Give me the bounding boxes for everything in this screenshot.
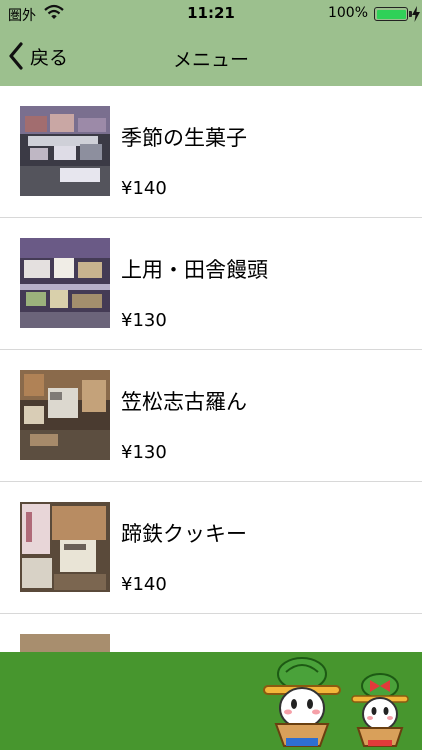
app-header: 圏外 11:21 100% 戻る メニュー [0, 0, 422, 86]
item-price: ¥140 [121, 178, 167, 199]
mascot-boy-illustration [263, 657, 341, 747]
footer-banner [0, 652, 422, 750]
item-name: 季節の生菓子 [121, 126, 247, 150]
menu-item[interactable]: 上用・田舎饅頭 ¥130 [0, 218, 422, 350]
item-photo [20, 502, 110, 592]
menu-list[interactable]: 季節の生菓子 ¥140 上用・田舎饅頭 ¥130 笠松志古羅ん ¥130 蹄鉄ク… [0, 86, 422, 652]
item-photo [20, 238, 110, 328]
back-label: 戻る [30, 46, 69, 69]
menu-item-partial[interactable] [0, 614, 422, 652]
back-chevron-icon [9, 42, 23, 70]
navigation-bar: 戻る メニュー [0, 28, 422, 86]
item-name: 上用・田舎饅頭 [121, 258, 268, 282]
item-price: ¥140 [121, 574, 167, 595]
item-photo [20, 106, 110, 196]
charging-bolt-icon [412, 6, 420, 22]
battery-percentage: 100% [327, 5, 368, 21]
item-photo [20, 370, 110, 460]
item-price: ¥130 [121, 442, 167, 463]
item-name: 蹄鉄クッキー [121, 522, 247, 546]
item-photo [20, 634, 110, 652]
back-button[interactable]: 戻る [8, 38, 68, 74]
item-name: 笠松志古羅ん [121, 390, 247, 414]
mascot-girl-illustration [351, 673, 409, 747]
item-price: ¥130 [121, 310, 167, 331]
menu-item[interactable]: 季節の生菓子 ¥140 [0, 86, 422, 218]
status-bar: 圏外 11:21 100% [0, 0, 422, 28]
menu-item[interactable]: 蹄鉄クッキー ¥140 [0, 482, 422, 614]
battery-icon [374, 7, 408, 21]
menu-item[interactable]: 笠松志古羅ん ¥130 [0, 350, 422, 482]
